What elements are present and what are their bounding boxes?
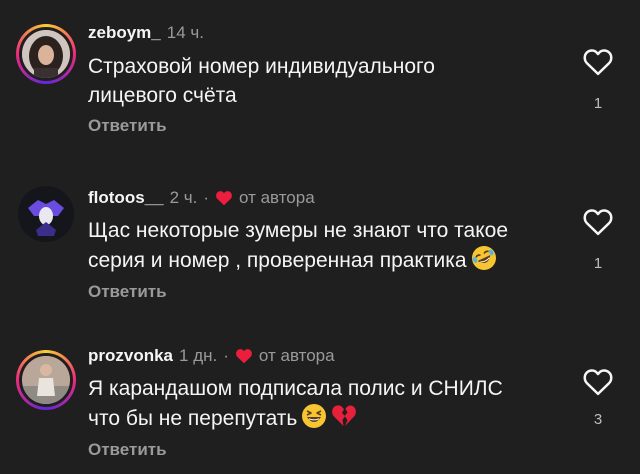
laughing-emoji-icon bbox=[302, 404, 327, 428]
comment-text-line: лицевого счёта bbox=[88, 84, 237, 107]
like-control: 1 bbox=[582, 208, 614, 272]
comment-text: Я карандашом подписала полис и СНИЛС что… bbox=[88, 374, 568, 433]
comment-text-line: что бы не перепутать bbox=[88, 403, 568, 433]
like-count: 1 bbox=[593, 95, 603, 112]
author-liked-label: от автора bbox=[258, 346, 335, 365]
reply-button[interactable]: Ответить bbox=[88, 116, 167, 136]
comment-text-line: серия и номер , проверенная практика bbox=[88, 245, 568, 275]
avatar[interactable] bbox=[16, 350, 76, 410]
rolling-laughing-emoji-icon bbox=[471, 246, 496, 270]
avatar-image bbox=[18, 186, 74, 242]
heart-outline-icon[interactable] bbox=[583, 208, 613, 236]
comment-text-fragment: серия и номер , проверенная практика bbox=[88, 249, 467, 272]
comment-text: Страховой номер индивидуального лицевого… bbox=[88, 52, 568, 110]
timestamp: 14 ч. bbox=[166, 23, 204, 42]
reply-button[interactable]: Ответить bbox=[88, 440, 167, 460]
comment-text-line: Я карандашом подписала полис и СНИЛС bbox=[88, 377, 503, 400]
avatar[interactable] bbox=[16, 24, 76, 84]
separator-dot: · bbox=[223, 346, 229, 365]
timestamp: 2 ч. bbox=[169, 188, 198, 207]
avatar[interactable] bbox=[18, 186, 74, 242]
comment-meta: zeboym_ 14 ч. bbox=[88, 23, 204, 43]
like-count: 1 bbox=[593, 255, 603, 272]
heart-filled-icon bbox=[216, 191, 232, 206]
username[interactable]: flotoos__ bbox=[88, 188, 164, 208]
heart-outline-icon[interactable] bbox=[583, 368, 613, 396]
comment-text-line: Щас некоторые зумеры не знают что такое bbox=[88, 219, 509, 242]
timestamp: 1 дн. bbox=[179, 346, 218, 365]
comment-meta: flotoos__ 2 ч. · от автора bbox=[88, 188, 315, 208]
avatar-image bbox=[19, 353, 73, 407]
username[interactable]: zeboym_ bbox=[88, 23, 161, 43]
username[interactable]: prozvonka bbox=[88, 346, 173, 366]
heart-outline-icon[interactable] bbox=[583, 48, 613, 76]
like-count: 3 bbox=[593, 411, 603, 428]
comment-text: Щас некоторые зумеры не знают что такое … bbox=[88, 216, 568, 275]
comment-text-line: Страховой номер индивидуального bbox=[88, 55, 435, 78]
avatar-image bbox=[19, 27, 73, 81]
comment-meta: prozvonka 1 дн. · от автора bbox=[88, 346, 335, 366]
broken-heart-emoji-icon bbox=[332, 405, 357, 426]
comment-text-fragment: что бы не перепутать bbox=[88, 407, 298, 430]
like-control: 3 bbox=[582, 368, 614, 428]
separator-dot: · bbox=[203, 188, 209, 207]
like-control: 1 bbox=[582, 48, 614, 112]
author-liked-label: от автора bbox=[239, 188, 315, 207]
reply-button[interactable]: Ответить bbox=[88, 282, 167, 302]
heart-filled-icon bbox=[236, 349, 252, 364]
